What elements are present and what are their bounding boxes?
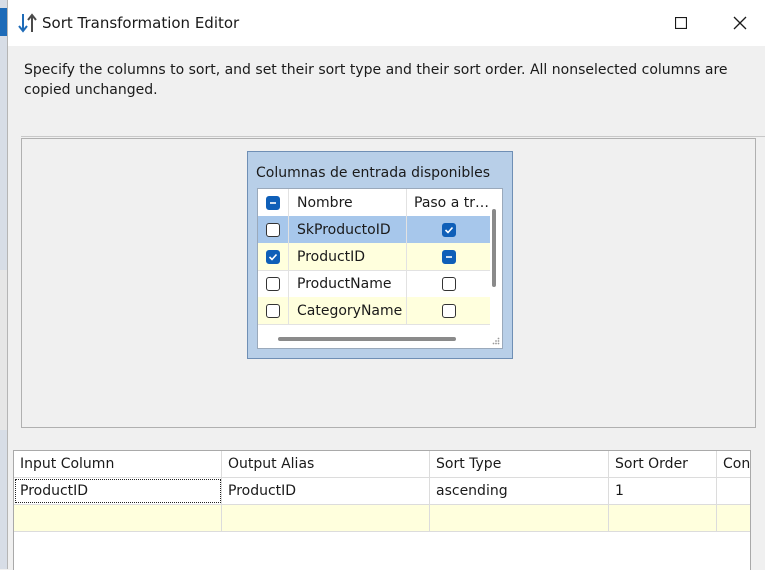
window-title: Sort Transformation Editor — [42, 14, 240, 32]
pass-through-cell — [408, 216, 490, 243]
pass-through-checkbox[interactable] — [442, 249, 456, 264]
new-output-alias-cell[interactable] — [222, 505, 430, 531]
header-divider — [21, 136, 765, 137]
grid-header-row: Nombre Paso a tr… — [258, 189, 490, 217]
grid-header-row: Input Column Output Alias Sort Type Sort… — [14, 451, 750, 478]
vertical-scrollbar[interactable] — [492, 209, 496, 287]
check-icon — [444, 226, 454, 234]
sort-columns-grid: Input Column Output Alias Sort Type Sort… — [13, 450, 751, 570]
select-all-checkbox[interactable] — [266, 195, 280, 210]
horizontal-scrollbar[interactable] — [278, 337, 456, 341]
description-text: Specify the columns to sort, and set the… — [24, 62, 728, 98]
list-item[interactable]: ProductName — [258, 270, 490, 298]
header-output-alias[interactable]: Output Alias — [222, 451, 430, 477]
header-pass-through[interactable]: Paso a tr… — [408, 189, 490, 216]
indeterminate-icon — [270, 201, 276, 204]
header-area: Specify the columns to sort, and set the… — [8, 46, 765, 136]
column-name: ProductID — [289, 243, 407, 270]
new-sort-type-cell[interactable] — [430, 505, 609, 531]
pass-through-cell — [408, 297, 490, 324]
select-checkbox[interactable] — [266, 303, 280, 318]
select-checkbox[interactable] — [266, 222, 280, 237]
close-button[interactable] — [717, 0, 763, 46]
header-sort-order[interactable]: Sort Order — [609, 451, 717, 477]
comparison-flags-cell[interactable] — [717, 478, 750, 504]
select-cell — [258, 297, 289, 324]
header-comparison-flags[interactable]: Con — [717, 451, 750, 477]
maximize-button[interactable] — [658, 0, 704, 46]
select-cell — [258, 270, 289, 297]
available-columns-title: Columnas de entrada disponibles — [256, 165, 491, 181]
select-all-cell — [258, 189, 289, 216]
list-item[interactable]: CategoryName — [258, 297, 490, 325]
output-alias-cell[interactable]: ProductID — [222, 478, 430, 504]
column-name: SkProductoID — [289, 216, 407, 243]
close-icon — [733, 16, 747, 30]
pass-through-cell — [408, 270, 490, 297]
sort-order-cell[interactable]: 1 — [609, 478, 717, 504]
available-columns-grid: Nombre Paso a tr… SkProductoID ProductID — [257, 188, 503, 349]
new-sort-order-cell[interactable] — [609, 505, 717, 531]
input-column-cell[interactable]: ProductID — [14, 478, 222, 504]
pass-through-checkbox[interactable] — [442, 303, 456, 318]
maximize-icon — [675, 17, 687, 29]
sort-icon — [18, 13, 37, 33]
header-sort-type[interactable]: Sort Type — [430, 451, 609, 477]
select-checkbox[interactable] — [266, 249, 280, 264]
pass-through-cell — [408, 243, 490, 270]
column-name: CategoryName — [289, 297, 407, 324]
new-input-column-cell[interactable] — [14, 505, 222, 531]
list-item[interactable]: SkProductoID — [258, 216, 490, 244]
check-icon — [268, 253, 278, 261]
pass-through-checkbox[interactable] — [442, 222, 456, 237]
column-name: ProductName — [289, 270, 407, 297]
pass-through-checkbox[interactable] — [442, 276, 456, 291]
available-input-columns-box: Columnas de entrada disponibles Nombre P… — [247, 151, 513, 359]
new-comparison-flags-cell[interactable] — [717, 505, 750, 531]
select-cell — [258, 243, 289, 270]
header-name[interactable]: Nombre — [289, 189, 407, 216]
table-row[interactable]: ProductID ProductID ascending 1 — [14, 478, 750, 505]
sort-type-cell[interactable]: ascending — [430, 478, 609, 504]
select-checkbox[interactable] — [266, 276, 280, 291]
header-input-column[interactable]: Input Column — [14, 451, 222, 477]
select-cell — [258, 216, 289, 243]
title-bar[interactable]: Sort Transformation Editor — [8, 0, 765, 46]
indeterminate-icon — [446, 255, 452, 258]
resize-grip-icon[interactable] — [492, 337, 500, 345]
list-item[interactable]: ProductID — [258, 243, 490, 271]
new-row[interactable] — [14, 505, 750, 532]
